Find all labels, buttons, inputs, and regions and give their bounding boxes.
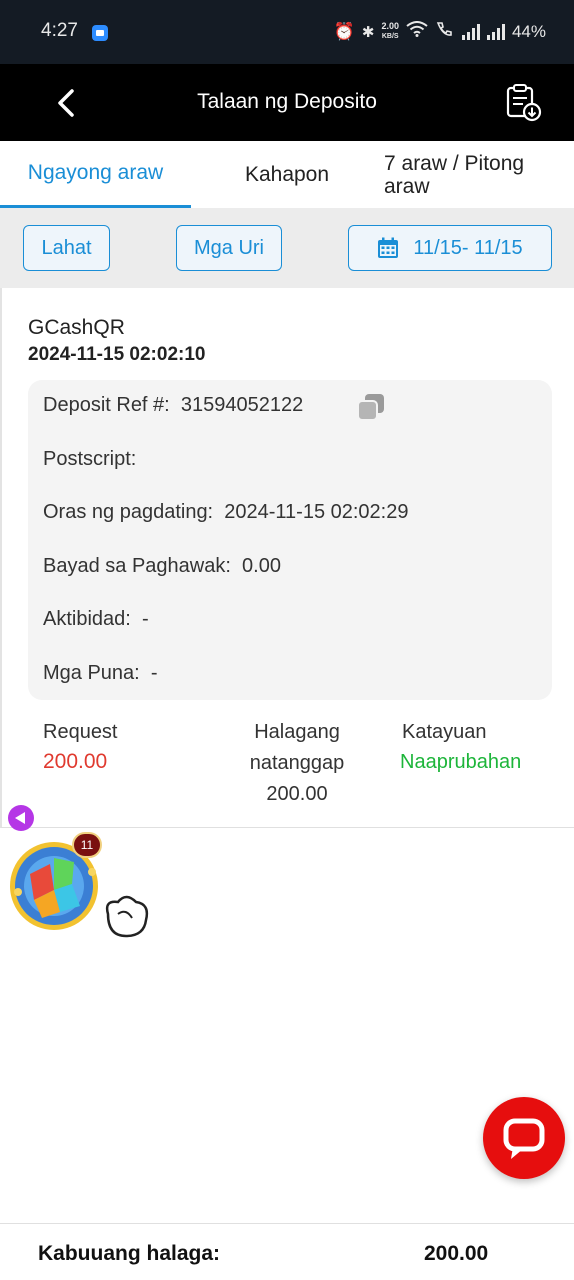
- net-speed-value: 2.00: [381, 21, 399, 31]
- tab-today[interactable]: Ngayong araw: [0, 141, 191, 208]
- detail-value: 31594052122: [180, 394, 304, 416]
- call-icon: [435, 21, 455, 42]
- date-range-button[interactable]: 11/15- 11/15: [348, 225, 552, 271]
- filter-bar: Lahat Mga Uri 11/15- 11/15: [0, 208, 574, 288]
- detail-label: Aktibidad:: [43, 608, 131, 630]
- record-datetime: 2024-11-15 02:02:10: [28, 344, 206, 365]
- chat-bubble-icon: [503, 1118, 545, 1159]
- date-tabs: Ngayong araw Kahapon 7 araw / Pitong ara…: [0, 141, 574, 208]
- deposit-record: GCashQR 2024-11-15 02:02:10 Deposit Ref …: [0, 288, 574, 828]
- net-speed: 2.00 KB/S: [381, 22, 399, 41]
- detail-label: Mga Puna:: [43, 662, 140, 684]
- app-header: Talaan ng Deposito: [0, 64, 574, 141]
- total-footer: Kabuuang halaga: 200.00: [0, 1223, 574, 1280]
- notification-icon: [92, 25, 108, 41]
- status-icons: ⏰ ✱ 2.00 KB/S 44%: [334, 21, 546, 42]
- detail-arrival-time: Oras ng pagdating: 2024-11-15 02:02:29: [43, 501, 408, 524]
- detail-handling-fee: Bayad sa Paghawak: 0.00: [43, 555, 281, 578]
- record-details: Deposit Ref #: 31594052122 Postscript: O…: [28, 380, 552, 700]
- chat-support-button[interactable]: [483, 1097, 565, 1179]
- detail-activity: Aktibidad: -: [43, 608, 149, 631]
- copy-button[interactable]: [356, 392, 386, 422]
- detail-label: Oras ng pagdating:: [43, 501, 214, 523]
- status-label: Katayuan: [402, 721, 487, 743]
- alarm-icon: ⏰: [333, 21, 355, 41]
- filter-types-button[interactable]: Mga Uri: [176, 225, 282, 271]
- received-label-line2: natanggap: [249, 752, 345, 774]
- tab-seven-days[interactable]: 7 araw / Pitong araw: [384, 141, 564, 208]
- side-drawer-toggle[interactable]: [8, 805, 34, 831]
- record-channel: GCashQR: [28, 316, 125, 339]
- detail-remarks: Mga Puna: -: [43, 662, 158, 685]
- calendar-icon: [378, 237, 399, 258]
- net-speed-unit: KB/S: [381, 33, 399, 40]
- status-time: 4:27: [41, 20, 78, 41]
- bluetooth-icon: ✱: [361, 23, 375, 41]
- detail-value: 0.00: [242, 555, 281, 577]
- status-value: Naaprubahan: [400, 751, 522, 773]
- detail-label: Postscript:: [43, 448, 137, 470]
- page-title: Talaan ng Deposito: [197, 90, 377, 113]
- total-label: Kabuuang halaga:: [38, 1242, 221, 1265]
- wifi-icon: [406, 21, 428, 42]
- clipboard-download-icon: [506, 84, 542, 122]
- received-label-line1: Halagang: [254, 721, 340, 743]
- status-bar: 4:27 ⏰ ✱ 2.00 KB/S 44%: [0, 0, 574, 64]
- detail-ref: Deposit Ref #: 31594052122: [43, 394, 303, 417]
- notification-badge: 11: [72, 832, 102, 858]
- detail-postscript: Postscript:: [43, 448, 136, 471]
- detail-value: -: [141, 608, 149, 630]
- detail-value: -: [150, 662, 158, 684]
- filter-all-button[interactable]: Lahat: [23, 225, 110, 271]
- date-range-label: 11/15- 11/15: [413, 236, 523, 259]
- export-button[interactable]: [503, 82, 545, 124]
- request-label: Request: [43, 721, 118, 743]
- received-value: 200.00: [266, 783, 328, 805]
- game-widget[interactable]: 11: [8, 832, 154, 944]
- tab-yesterday[interactable]: Kahapon: [191, 141, 383, 208]
- detail-label: Bayad sa Paghawak:: [43, 555, 231, 577]
- total-value: 200.00: [424, 1242, 489, 1265]
- request-value: 200.00: [43, 750, 108, 773]
- copy-icon: [357, 394, 384, 421]
- badge-count: 11: [80, 838, 94, 852]
- detail-value: 2024-11-15 02:02:29: [224, 501, 409, 523]
- signal-icon-2: [486, 23, 505, 40]
- signal-icon-1: [461, 23, 480, 40]
- battery-level: 44%: [511, 21, 546, 41]
- detail-label: Deposit Ref #:: [43, 394, 170, 416]
